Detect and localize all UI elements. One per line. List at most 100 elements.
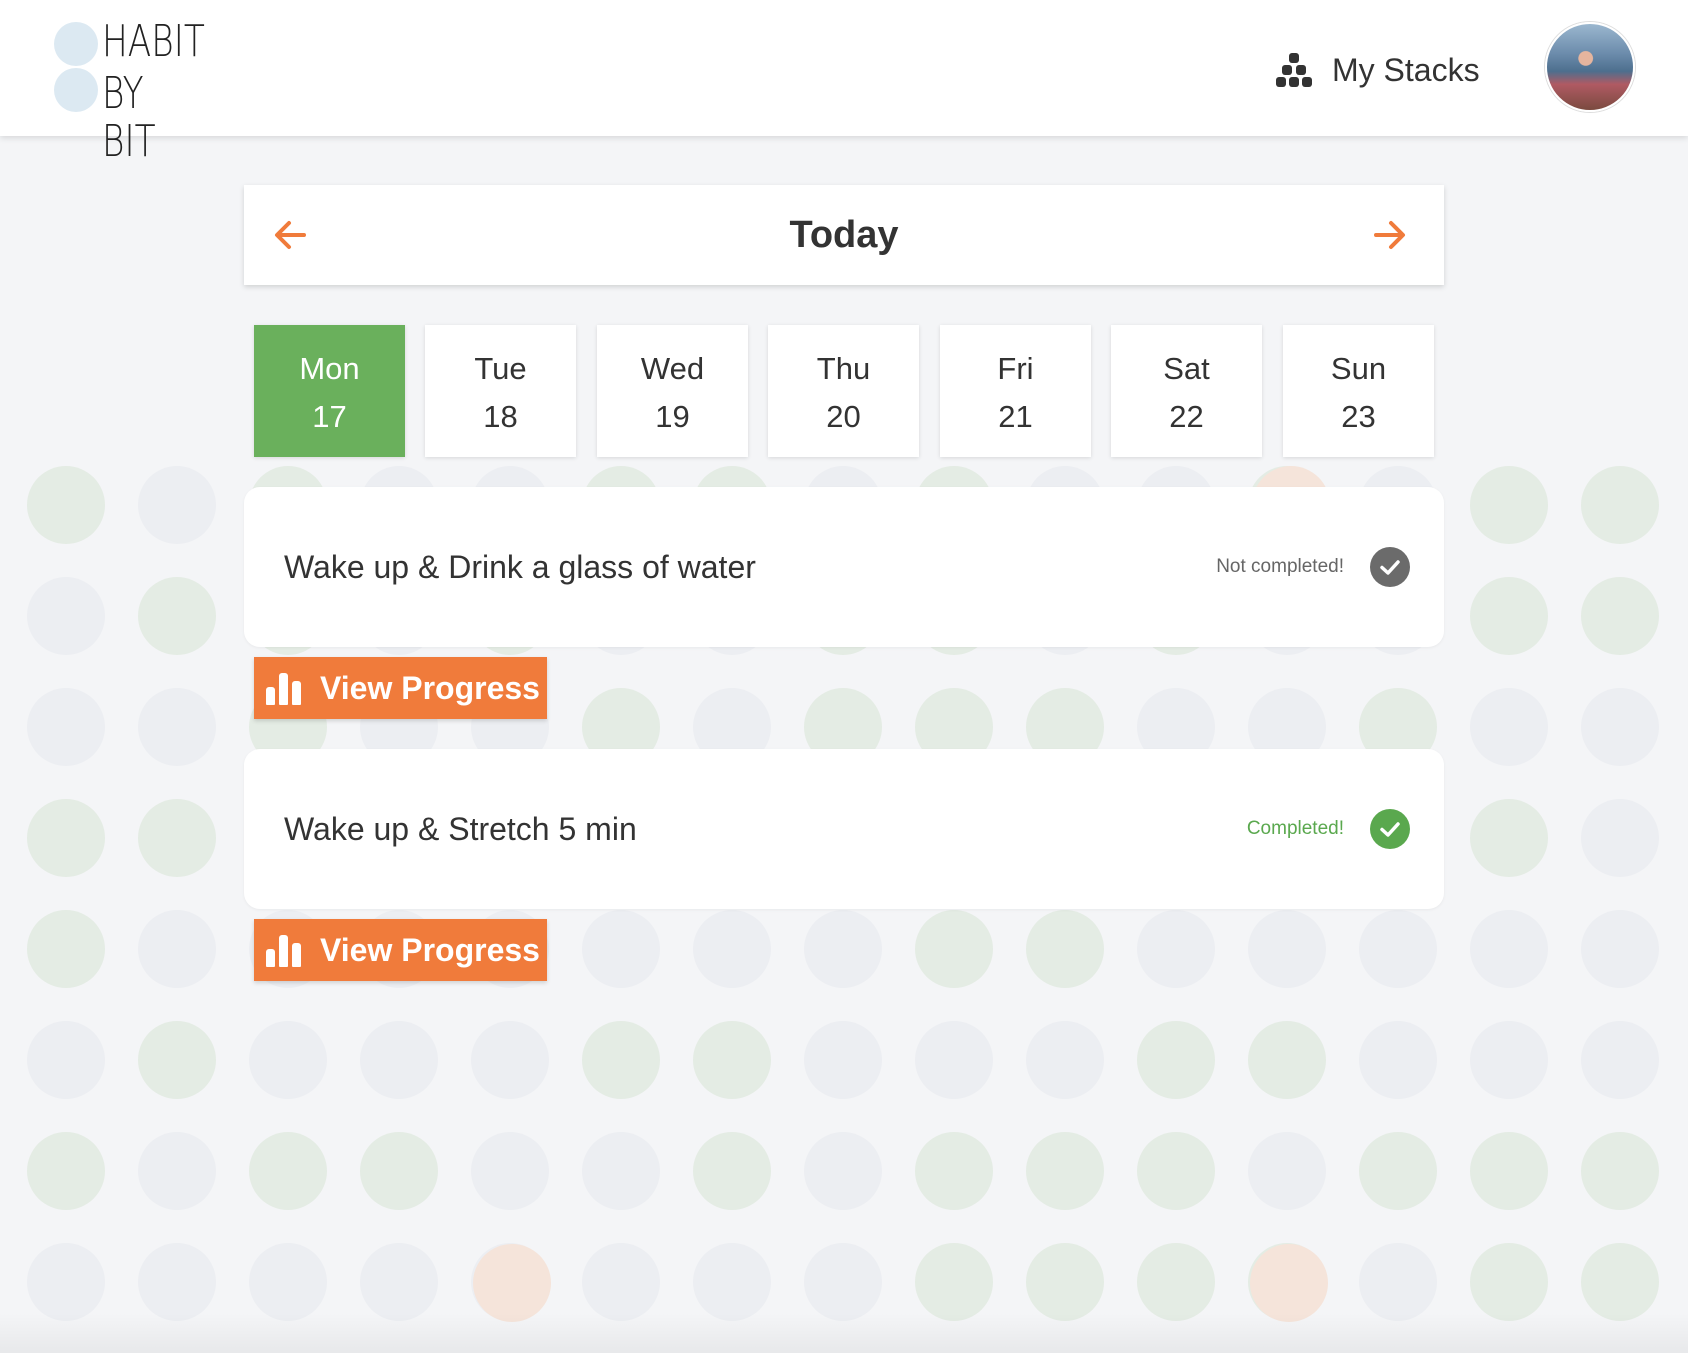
background-dot (693, 910, 771, 988)
background-dot (1137, 910, 1215, 988)
background-dot (1470, 466, 1548, 544)
background-dot (360, 1132, 438, 1210)
check-icon (1380, 560, 1400, 575)
view-progress-button[interactable]: View Progress (254, 657, 547, 719)
background-dot (1581, 1132, 1659, 1210)
background-dot (27, 799, 105, 877)
day-tab-fri[interactable]: Fri 21 (940, 325, 1091, 457)
background-dot (1137, 1132, 1215, 1210)
habit-card: Wake up & Stretch 5 min Completed! (244, 749, 1444, 909)
day-tab-thu[interactable]: Thu 20 (768, 325, 919, 457)
day-tab-mon[interactable]: Mon 17 (254, 325, 405, 457)
background-dot (471, 1132, 549, 1210)
day-name: Mon (299, 351, 360, 386)
background-dot (249, 1132, 327, 1210)
top-header: HABIT BY BIT My Stacks (0, 0, 1688, 166)
background-dot (1359, 1132, 1437, 1210)
background-dot (138, 466, 216, 544)
background-dot (1581, 688, 1659, 766)
day-number: 20 (826, 399, 861, 434)
day-number: 21 (998, 399, 1033, 434)
background-dot (1026, 1243, 1104, 1321)
day-name: Thu (816, 351, 871, 386)
background-dot (138, 577, 216, 655)
next-day-button[interactable] (1370, 215, 1410, 255)
day-number: 18 (483, 399, 518, 434)
background-dot (1026, 910, 1104, 988)
day-number: 22 (1169, 399, 1204, 434)
background-dot (804, 1132, 882, 1210)
logo-text-line1: HABIT (102, 16, 205, 67)
my-stacks-link[interactable]: My Stacks (1276, 46, 1480, 94)
background-dot (138, 1243, 216, 1321)
day-number: 17 (312, 399, 347, 434)
complete-toggle-button[interactable] (1370, 547, 1410, 587)
background-dot (582, 1021, 660, 1099)
background-dot (693, 1243, 771, 1321)
background-dot (138, 688, 216, 766)
day-tab-wed[interactable]: Wed 19 (597, 325, 748, 457)
habit-status: Not completed! (1216, 556, 1344, 577)
view-progress-label: View Progress (320, 932, 540, 968)
background-dot (1248, 1021, 1326, 1099)
view-progress-label: View Progress (320, 670, 540, 706)
arrow-right-icon (1374, 221, 1405, 249)
logo-circle-top (54, 22, 98, 66)
background-dot (1581, 466, 1659, 544)
background-dot (1250, 1244, 1328, 1322)
background-dot (1470, 1021, 1548, 1099)
background-dot (249, 1021, 327, 1099)
background-dot (1581, 910, 1659, 988)
habit-name: Wake up & Stretch 5 min (284, 811, 637, 847)
day-number: 19 (655, 399, 690, 434)
background-dot (27, 910, 105, 988)
logo-text-line2: BY BIT (102, 68, 156, 167)
background-dot (360, 1243, 438, 1321)
background-dot (1359, 910, 1437, 988)
day-tab-sat[interactable]: Sat 22 (1111, 325, 1262, 457)
background-dot (804, 1243, 882, 1321)
background-dot (1581, 1243, 1659, 1321)
background-dot (27, 466, 105, 544)
background-dot (27, 1021, 105, 1099)
day-name: Fri (997, 351, 1034, 386)
complete-toggle-button[interactable] (1370, 809, 1410, 849)
day-name: Sat (1163, 351, 1210, 386)
background-dot (27, 577, 105, 655)
habit-by-bit-logo[interactable]: HABIT BY BIT (54, 16, 214, 166)
day-tab-tue[interactable]: Tue 18 (425, 325, 576, 457)
background-dot (582, 1132, 660, 1210)
background-dot (1248, 910, 1326, 988)
background-dot (1470, 577, 1548, 655)
background-dot (1359, 1021, 1437, 1099)
bar-chart-icon (266, 933, 302, 967)
background-dot (1026, 1132, 1104, 1210)
background-dot (138, 1132, 216, 1210)
background-dot (27, 688, 105, 766)
background-dot (138, 799, 216, 877)
user-avatar[interactable] (1545, 22, 1635, 112)
background-dot (693, 1021, 771, 1099)
logo-circle-bottom (54, 68, 98, 112)
background-dot (582, 1243, 660, 1321)
date-title: Today (789, 214, 899, 256)
background-dot (1026, 1021, 1104, 1099)
habit-status: Completed! (1246, 818, 1344, 839)
habit-card: Wake up & Drink a glass of water Not com… (244, 487, 1444, 647)
background-dot (471, 1021, 549, 1099)
day-number: 23 (1341, 399, 1376, 434)
background-dot (1470, 1243, 1548, 1321)
day-name: Tue (474, 351, 527, 386)
background-dot (1359, 1243, 1437, 1321)
bottom-shadow (0, 1313, 1688, 1353)
stacks-icon (1276, 53, 1312, 87)
background-dot (582, 910, 660, 988)
background-dot (804, 1021, 882, 1099)
day-tab-sun[interactable]: Sun 23 (1283, 325, 1434, 457)
view-progress-button[interactable]: View Progress (254, 919, 547, 981)
bar-chart-icon (266, 671, 302, 705)
background-dot (804, 910, 882, 988)
background-dot (27, 1132, 105, 1210)
background-dot (1137, 1243, 1215, 1321)
background-dot (1470, 688, 1548, 766)
